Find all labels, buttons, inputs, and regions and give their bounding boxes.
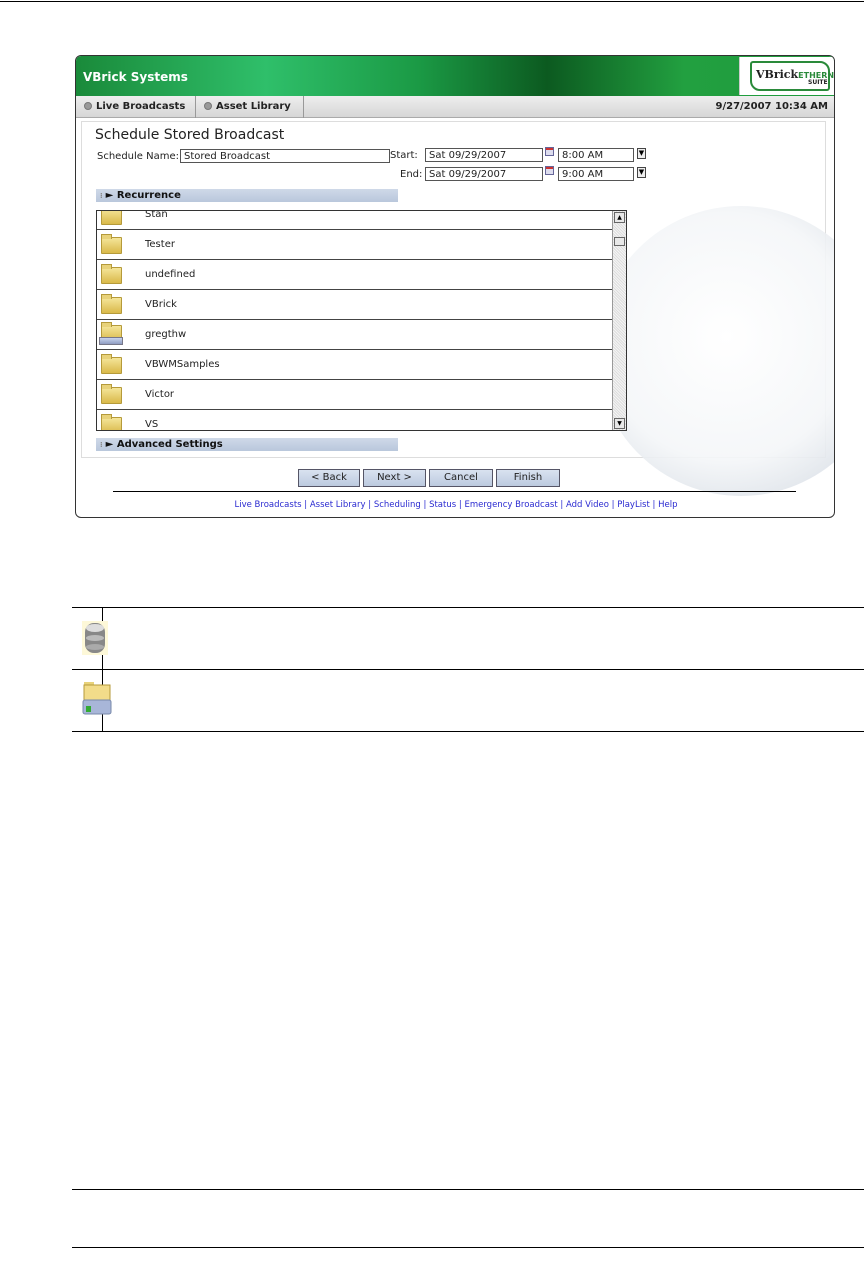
- list-scrollbar[interactable]: ▲ ▼: [612, 211, 626, 430]
- table-row-rule: [72, 669, 864, 670]
- item-label: gregthw: [145, 329, 187, 340]
- radio-icon: [204, 102, 212, 110]
- end-label: End:: [400, 169, 423, 180]
- calendar-icon[interactable]: [545, 147, 554, 156]
- app-header: VBrick Systems: [76, 56, 834, 96]
- list-item[interactable]: gregthw: [97, 320, 613, 350]
- folder-icon: [101, 234, 122, 254]
- folder-icon: [101, 294, 122, 314]
- database-icon: [78, 618, 112, 658]
- list-item[interactable]: VS: [97, 410, 613, 430]
- application-screenshot: VBrick Systems VBrickETHERNETVSUITE Live…: [75, 55, 835, 518]
- link-help[interactable]: Help: [658, 500, 677, 510]
- item-label: Victor: [145, 389, 175, 400]
- app-title: VBrick Systems: [83, 70, 188, 84]
- link-scheduling[interactable]: Scheduling: [374, 500, 421, 510]
- footer-divider: [113, 491, 796, 492]
- item-label: VBWMSamples: [145, 359, 220, 370]
- folder-list: Stan Tester undefined VBrick gregthw VBW…: [96, 210, 627, 431]
- tab-label: Live Broadcasts: [96, 101, 186, 112]
- link-asset-library[interactable]: Asset Library: [310, 500, 366, 510]
- page-title: Schedule Stored Broadcast: [95, 127, 285, 143]
- tab-live-broadcasts[interactable]: Live Broadcasts: [76, 96, 196, 118]
- datetime: 9/27/2007 10:34 AM: [715, 101, 829, 112]
- start-time-dropdown-icon[interactable]: ▼: [637, 148, 646, 159]
- page-top-rule: [0, 1, 864, 2]
- scroll-down-icon[interactable]: ▼: [614, 418, 625, 429]
- folder-icon: [101, 354, 122, 374]
- link-playlist[interactable]: PlayList: [617, 500, 650, 510]
- folder-icon: [101, 264, 122, 284]
- recurrence-section-toggle[interactable]: ⁞ ► Recurrence: [96, 189, 398, 202]
- start-label: Start:: [390, 150, 418, 161]
- calendar-icon[interactable]: [545, 166, 554, 175]
- folder-icon: [101, 211, 122, 225]
- footer-links: Live Broadcasts | Asset Library | Schedu…: [234, 500, 678, 510]
- start-time-input[interactable]: 8:00 AM: [558, 148, 634, 162]
- item-label: Tester: [145, 239, 175, 250]
- section-label: Recurrence: [116, 190, 181, 201]
- footer-rule-bottom: [72, 1247, 864, 1248]
- tab-asset-library[interactable]: Asset Library: [196, 96, 304, 118]
- radio-icon: [84, 102, 92, 110]
- link-status[interactable]: Status: [429, 500, 456, 510]
- drive-icon: [99, 337, 123, 345]
- list-item[interactable]: VBrick: [97, 290, 613, 320]
- folder-icon: [101, 384, 122, 404]
- folder-icon: [101, 414, 122, 430]
- list-item[interactable]: Stan: [97, 210, 613, 230]
- link-add-video[interactable]: Add Video: [566, 500, 609, 510]
- schedule-name-label: Schedule Name:: [97, 151, 180, 162]
- advanced-settings-toggle[interactable]: ⁞ ► Advanced Settings: [96, 438, 398, 451]
- link-emergency-broadcast[interactable]: Emergency Broadcast: [464, 500, 557, 510]
- footer-rule-top: [72, 1189, 864, 1190]
- network-folder-icon: [78, 680, 112, 720]
- item-label: VBrick: [145, 299, 177, 310]
- end-time-input[interactable]: 9:00 AM: [558, 167, 634, 181]
- item-label: VS: [145, 419, 159, 430]
- list-item[interactable]: undefined: [97, 260, 613, 290]
- link-live-broadcasts[interactable]: Live Broadcasts: [235, 500, 302, 510]
- vbrick-logo: VBrickETHERNETVSUITE: [739, 57, 834, 95]
- item-label: Stan: [145, 210, 168, 220]
- tab-label: Asset Library: [216, 101, 291, 112]
- section-label: Advanced Settings: [116, 439, 223, 450]
- schedule-name-input[interactable]: Stored Broadcast: [180, 149, 390, 163]
- item-label: undefined: [145, 269, 196, 280]
- start-date-input[interactable]: Sat 09/29/2007: [425, 148, 543, 162]
- next-button[interactable]: Next >: [363, 469, 426, 487]
- table-top-rule: [72, 607, 864, 608]
- cancel-button[interactable]: Cancel: [429, 469, 493, 487]
- scroll-thumb[interactable]: [614, 237, 625, 246]
- scroll-up-icon[interactable]: ▲: [614, 212, 625, 223]
- end-time-dropdown-icon[interactable]: ▼: [637, 167, 646, 178]
- end-date-input[interactable]: Sat 09/29/2007: [425, 167, 543, 181]
- list-item[interactable]: VBWMSamples: [97, 350, 613, 380]
- finish-button[interactable]: Finish: [496, 469, 560, 487]
- back-button[interactable]: < Back: [298, 469, 360, 487]
- table-bottom-rule: [72, 731, 864, 732]
- list-item[interactable]: Tester: [97, 230, 613, 260]
- list-item[interactable]: Victor: [97, 380, 613, 410]
